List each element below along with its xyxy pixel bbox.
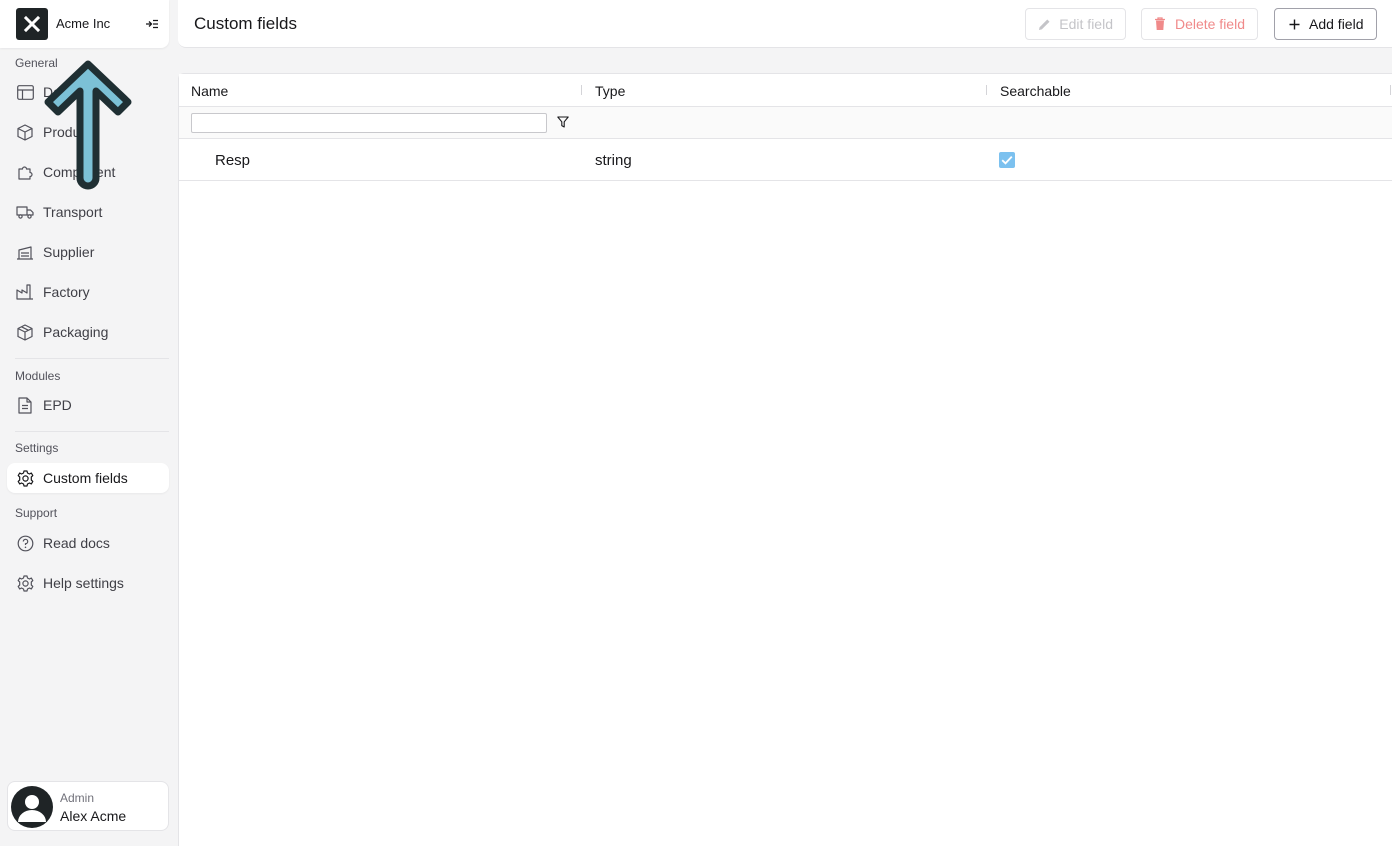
delete-field-label: Delete field <box>1174 16 1245 32</box>
trash-icon <box>1154 17 1167 31</box>
page-title: Custom fields <box>194 14 297 33</box>
pencil-icon <box>1038 17 1051 31</box>
truck-icon <box>16 203 34 221</box>
factory-icon <box>16 283 34 301</box>
filter-icon[interactable] <box>556 115 570 129</box>
box-icon <box>16 123 34 141</box>
sidebar: Acme Inc General Dashboard Products Comp… <box>0 0 177 846</box>
plus-icon <box>1287 17 1301 31</box>
sidebar-item-component[interactable]: Component <box>7 157 169 187</box>
grid-header: Name Type Searchable <box>179 74 1392 107</box>
brand-header: Acme Inc <box>0 0 169 48</box>
sidebar-item-dashboard[interactable]: Dashboard <box>7 77 169 107</box>
collapse-sidebar-icon[interactable] <box>143 15 161 33</box>
section-label-support: Support <box>15 506 58 520</box>
sidebar-item-help-settings[interactable]: Help settings <box>7 568 169 598</box>
sidebar-divider <box>15 431 169 432</box>
sidebar-item-transport[interactable]: Transport <box>7 197 169 227</box>
sidebar-item-read-docs[interactable]: Read docs <box>7 528 169 558</box>
layout-icon <box>16 83 34 101</box>
sidebar-item-label: Factory <box>43 284 90 300</box>
column-header-name[interactable]: Name <box>191 83 228 99</box>
add-field-button[interactable]: Add field <box>1274 8 1377 40</box>
app-root: Acme Inc General Dashboard Products Comp… <box>0 0 1392 846</box>
section-label-general: General <box>15 56 58 70</box>
sidebar-item-label: EPD <box>43 397 72 413</box>
help-circle-icon <box>16 534 34 552</box>
section-label-modules: Modules <box>15 369 61 383</box>
puzzle-icon <box>16 163 34 181</box>
edit-field-label: Edit field <box>1059 16 1113 32</box>
page-header: Custom fields Edit field Delete field Ad… <box>178 0 1392 48</box>
sidebar-item-label: Transport <box>43 204 103 220</box>
sidebar-item-supplier[interactable]: Supplier <box>7 237 169 267</box>
sidebar-item-label: Dashboard <box>43 84 112 100</box>
package-icon <box>16 323 34 341</box>
table-row[interactable]: Resp string <box>179 139 1392 181</box>
sidebar-item-label: Help settings <box>43 575 124 591</box>
custom-fields-grid: Name Type Searchable Resp string <box>178 73 1392 846</box>
sidebar-item-packaging[interactable]: Packaging <box>7 317 169 347</box>
document-icon <box>16 396 34 414</box>
brand-name: Acme Inc <box>56 16 111 31</box>
cell-type: string <box>595 152 632 169</box>
name-filter-input[interactable] <box>191 113 547 133</box>
sidebar-item-factory[interactable]: Factory <box>7 277 169 307</box>
sidebar-item-label: Component <box>43 164 116 180</box>
cell-name: Resp <box>215 152 251 169</box>
user-name: Alex Acme <box>60 808 127 824</box>
filter-row <box>179 107 1392 139</box>
gear-icon <box>16 574 34 592</box>
sidebar-item-custom-fields[interactable]: Custom fields <box>7 463 169 493</box>
add-field-label: Add field <box>1309 16 1364 32</box>
gear-icon <box>16 469 34 487</box>
sidebar-item-label: Supplier <box>43 244 95 260</box>
column-header-type[interactable]: Type <box>595 83 625 99</box>
sidebar-item-label: Products <box>43 124 99 140</box>
column-resize-handle[interactable] <box>1390 85 1391 95</box>
sidebar-item-label: Packaging <box>43 324 109 340</box>
column-resize-handle[interactable] <box>581 85 582 95</box>
warehouse-icon <box>16 243 34 261</box>
edit-field-button[interactable]: Edit field <box>1025 8 1126 40</box>
delete-field-button[interactable]: Delete field <box>1141 8 1258 40</box>
x-logo-icon[interactable] <box>16 8 48 40</box>
sidebar-item-label: Custom fields <box>43 470 128 486</box>
sidebar-item-products[interactable]: Products <box>7 117 169 147</box>
searchable-checkbox[interactable] <box>999 152 1015 168</box>
avatar <box>11 786 53 828</box>
column-resize-handle[interactable] <box>986 85 987 95</box>
column-header-searchable[interactable]: Searchable <box>1000 83 1071 99</box>
section-label-settings: Settings <box>15 441 59 455</box>
user-menu[interactable]: Admin Alex Acme <box>7 781 169 831</box>
sidebar-divider <box>15 358 169 359</box>
user-role: Admin <box>60 791 95 805</box>
sidebar-item-label: Read docs <box>43 535 110 551</box>
sidebar-item-epd[interactable]: EPD <box>7 390 169 420</box>
